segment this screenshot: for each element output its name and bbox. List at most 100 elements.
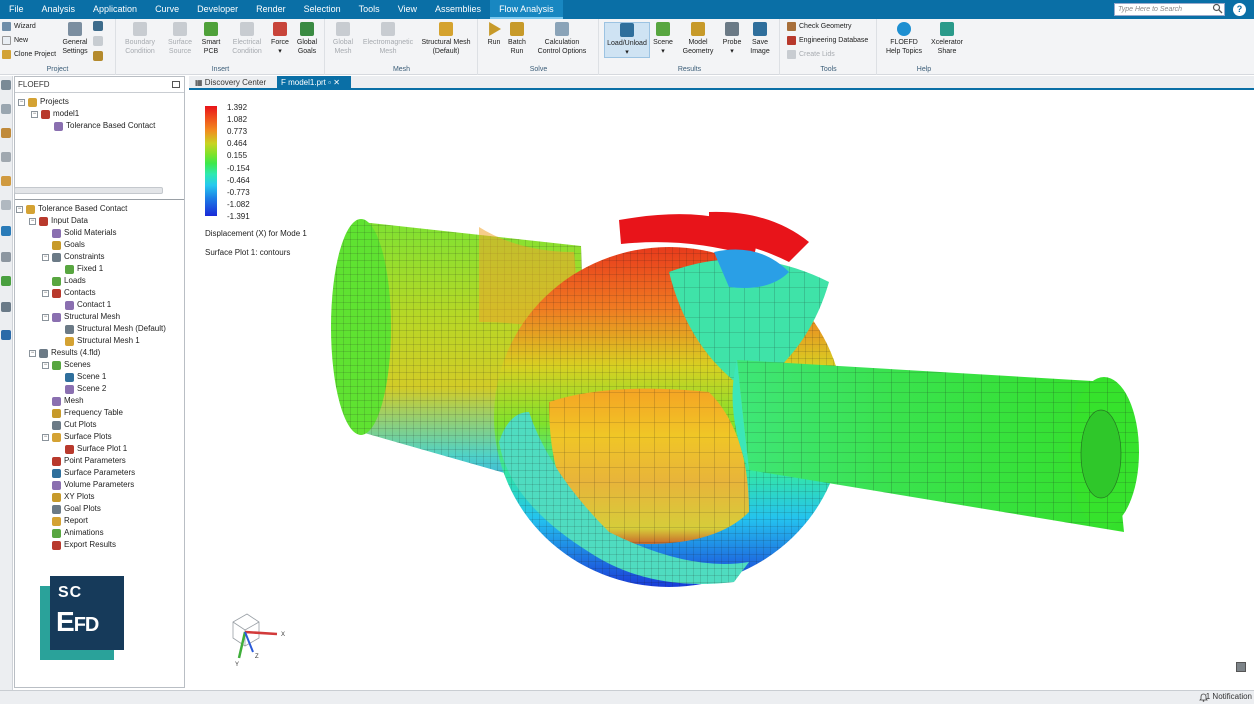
general-settings-button[interactable]: General Settings — [60, 22, 90, 56]
save-image-button[interactable]: Save Image — [746, 22, 774, 56]
tree-item[interactable]: Volume Parameters — [42, 479, 134, 491]
notification-count[interactable]: 1 Notification — [1206, 692, 1252, 701]
web-icon[interactable] — [1, 330, 11, 340]
tree-item[interactable]: Tolerance Based Contact — [44, 120, 155, 132]
surface-source-button[interactable]: Surface Source — [165, 22, 195, 56]
tree-item[interactable]: Surface Parameters — [42, 467, 135, 479]
tree-item[interactable]: Goals — [42, 239, 85, 251]
assembly-navigator-icon[interactable] — [1, 104, 11, 114]
tree-item[interactable]: − Surface Plots — [42, 431, 112, 443]
tree-item[interactable]: XY Plots — [42, 491, 95, 503]
new-project-button[interactable]: New — [2, 36, 28, 45]
menu-view[interactable]: View — [389, 0, 426, 19]
part-navigator-icon[interactable] — [1, 80, 11, 90]
collapse-toggle-icon[interactable]: − — [16, 205, 23, 213]
clock-icon[interactable] — [1, 252, 11, 262]
tree-item[interactable]: Point Parameters — [42, 455, 126, 467]
view-corner-button[interactable] — [1236, 662, 1246, 672]
global-mesh-button[interactable]: Global Mesh — [330, 22, 356, 56]
collapse-toggle-icon[interactable]: − — [42, 313, 49, 321]
probe-button[interactable]: Probe ▾ — [720, 22, 744, 56]
engineering-database-button[interactable]: Engineering Database — [787, 36, 868, 45]
constraint-navigator-icon[interactable] — [1, 128, 11, 138]
tree-item[interactable]: − Projects — [18, 96, 69, 108]
tree-item[interactable]: − Constraints — [42, 251, 104, 263]
tree-item[interactable]: Report — [42, 515, 88, 527]
tree-item[interactable]: Structural Mesh (Default) — [55, 323, 166, 335]
tab-model1[interactable]: F model1.prt ▫ ✕ — [277, 76, 351, 90]
run-button[interactable]: Run — [485, 22, 503, 47]
collapse-toggle-icon[interactable]: − — [29, 349, 36, 357]
menu-file[interactable]: File — [0, 0, 33, 19]
reuse-library-icon[interactable] — [1, 152, 11, 162]
collapse-toggle-icon[interactable]: − — [42, 289, 49, 297]
tree-item[interactable]: Surface Plot 1 — [55, 443, 127, 455]
tree-item[interactable]: − Scenes — [42, 359, 91, 371]
tree-item[interactable]: Solid Materials — [42, 227, 116, 239]
force-button[interactable]: Force ▾ — [269, 22, 291, 56]
maximize-panel-icon[interactable] — [172, 81, 180, 88]
wizard-button[interactable]: Wizard — [2, 22, 36, 31]
menu-analysis[interactable]: Analysis — [33, 0, 85, 19]
tree-item[interactable]: Scene 1 — [55, 371, 106, 383]
global-goals-button[interactable]: Global Goals — [293, 22, 321, 56]
tree-item[interactable]: − Contacts — [42, 287, 96, 299]
tree-item[interactable]: − model1 — [31, 108, 79, 120]
edit-icon[interactable] — [93, 51, 103, 61]
collapse-toggle-icon[interactable]: − — [18, 98, 25, 106]
menu-tools[interactable]: Tools — [350, 0, 389, 19]
search-input[interactable]: Type Here to Search — [1114, 3, 1225, 16]
menu-assemblies[interactable]: Assemblies — [426, 0, 490, 19]
tree-item[interactable]: Contact 1 — [55, 299, 111, 311]
collapse-toggle-icon[interactable]: − — [29, 217, 36, 225]
menu-application[interactable]: Application — [84, 0, 146, 19]
menu-selection[interactable]: Selection — [295, 0, 350, 19]
tree-item[interactable]: − Input Data — [29, 215, 88, 227]
roles-icon[interactable] — [1, 200, 11, 210]
batch-run-button[interactable]: Batch Run — [505, 22, 529, 56]
close-tab-icon[interactable]: ✕ — [333, 78, 340, 87]
check-geometry-button[interactable]: Check Geometry — [787, 22, 852, 31]
floefd-help-topics-button[interactable]: FLOEFD Help Topics — [882, 22, 926, 56]
collapse-toggle-icon[interactable]: − — [42, 361, 49, 369]
tree-item[interactable]: Cut Plots — [42, 419, 96, 431]
tree-item[interactable]: Animations — [42, 527, 104, 539]
graphics-viewport[interactable]: 1.392 1.082 0.773 0.464 0.155 -0.154 -0.464 -0.… — [189, 92, 1254, 690]
collapse-toggle-icon[interactable]: − — [42, 253, 49, 261]
tree-item[interactable]: − Results (4.fld) — [29, 347, 100, 359]
fea-model[interactable] — [189, 92, 1254, 690]
search-icon[interactable] — [1212, 3, 1223, 14]
electrical-condition-button[interactable]: Electrical Condition — [227, 22, 267, 56]
tree-item[interactable]: Structural Mesh 1 — [55, 335, 140, 347]
collapse-toggle-icon[interactable]: − — [42, 433, 49, 441]
tree-item[interactable]: − Tolerance Based Contact — [16, 203, 127, 215]
copy-icon[interactable] — [93, 36, 103, 46]
tree-item[interactable]: Scene 2 — [55, 383, 106, 395]
calculation-control-options-button[interactable]: Calculation Control Options — [531, 22, 593, 56]
electromagnetic-mesh-button[interactable]: Electromagnetic Mesh — [360, 22, 416, 56]
floefd-icon[interactable] — [1, 226, 11, 236]
structural-mesh-button[interactable]: Structural Mesh (Default) — [418, 22, 474, 56]
results-icon[interactable] — [1, 276, 11, 286]
menu-flow-analysis[interactable]: Flow Analysis — [490, 0, 563, 19]
collapse-toggle-icon[interactable]: − — [31, 110, 38, 118]
tree-item[interactable]: Mesh — [42, 395, 84, 407]
tree-icon[interactable] — [93, 21, 103, 31]
boundary-condition-button[interactable]: Boundary Condition — [121, 22, 159, 56]
load-unload-button[interactable]: Load/Unload ▾ — [604, 22, 650, 58]
clone-project-button[interactable]: Clone Project — [2, 50, 56, 59]
tree-item[interactable]: Loads — [42, 275, 86, 287]
tree-item[interactable]: − Structural Mesh — [42, 311, 120, 323]
tab-discovery-center[interactable]: ▦ Discovery Center — [191, 76, 273, 90]
menu-render[interactable]: Render — [247, 0, 295, 19]
palette-icon[interactable] — [1, 302, 11, 312]
panel-splitter[interactable] — [14, 187, 163, 194]
xcelerator-share-button[interactable]: Xcelerator Share — [928, 22, 966, 56]
smart-pcb-button[interactable]: Smart PCB — [199, 22, 223, 56]
history-icon[interactable] — [1, 176, 11, 186]
tree-item[interactable]: Export Results — [42, 539, 116, 551]
tree-item[interactable]: Frequency Table — [42, 407, 123, 419]
scene-button[interactable]: Scene ▾ — [652, 22, 674, 56]
create-lids-button[interactable]: Create Lids — [787, 50, 835, 59]
model-geometry-button[interactable]: Model Geometry — [678, 22, 718, 56]
